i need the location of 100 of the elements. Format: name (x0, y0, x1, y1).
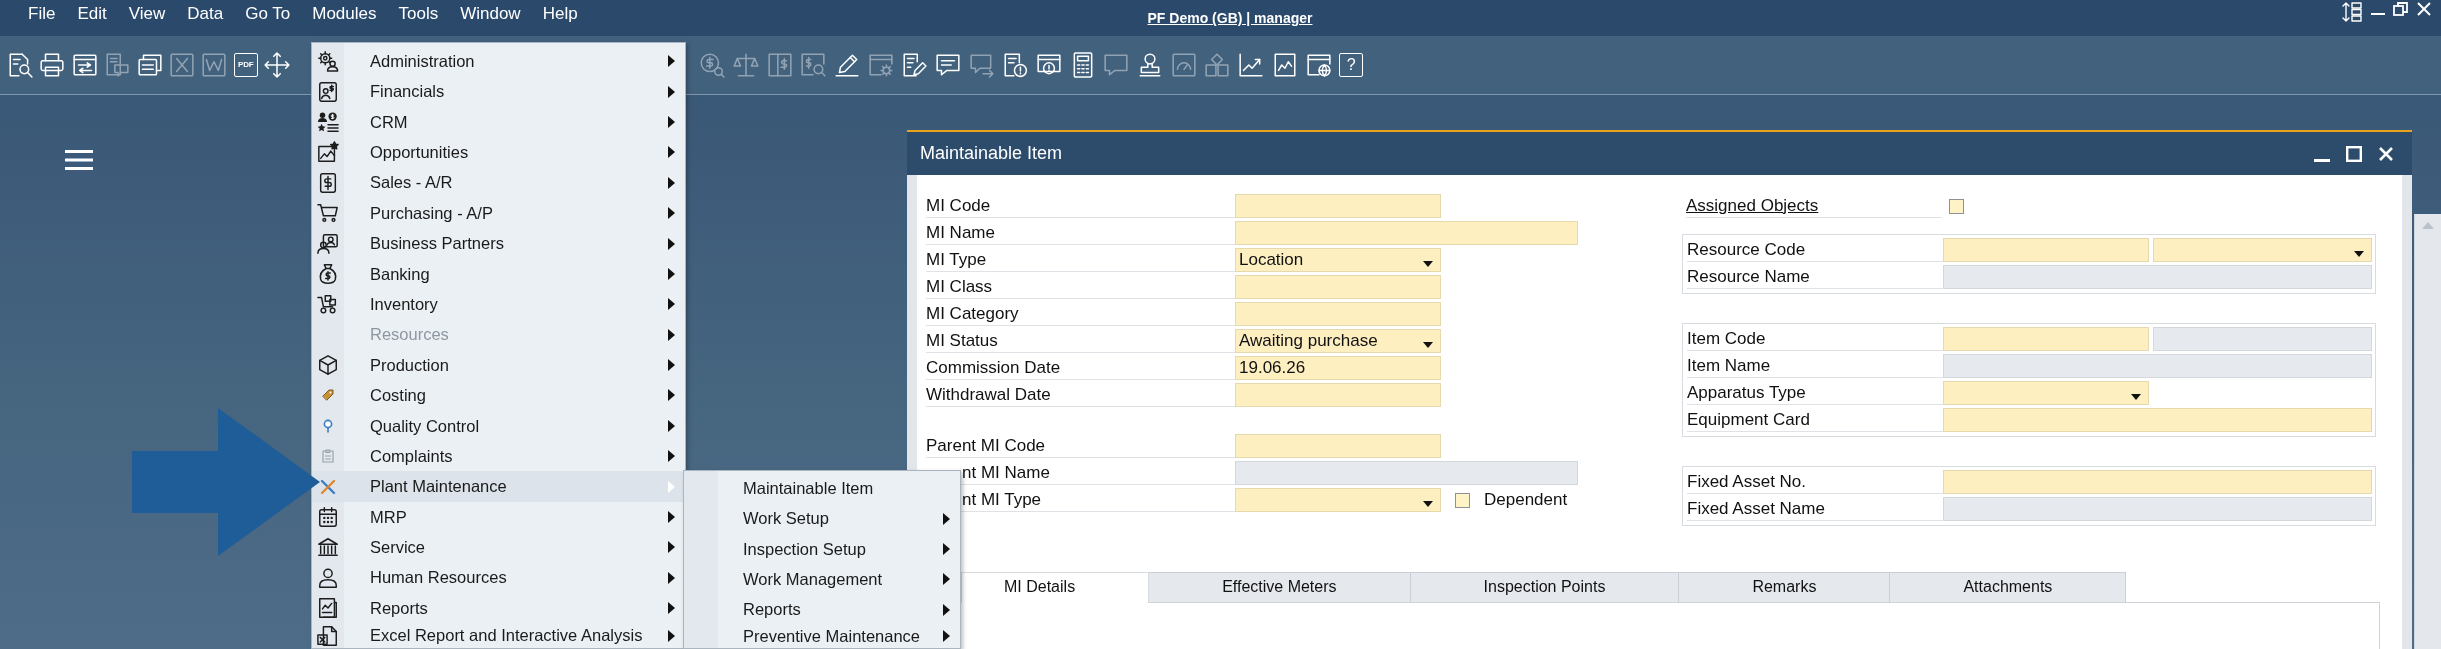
bank-icon (317, 536, 339, 559)
menu-item[interactable]: Complaints (312, 441, 685, 472)
text-field[interactable] (1235, 383, 1441, 407)
text-field[interactable]: 19.06.26 (1235, 356, 1441, 380)
field-label: MI Name (926, 222, 995, 243)
caret-right-icon (668, 511, 675, 524)
menu-item[interactable]: Preventive Maintenance (684, 624, 960, 648)
menu-bar-item[interactable]: Edit (77, 0, 107, 28)
menu-item[interactable]: Plant Maintenance (312, 471, 685, 502)
menu-item[interactable]: Work Management (684, 564, 960, 595)
restore-icon[interactable] (2393, 1, 2409, 17)
menu-item[interactable]: Inspection Setup (684, 533, 960, 565)
pdf-button[interactable]: PDF (233, 53, 258, 77)
caret-down-icon[interactable] (1423, 260, 1433, 267)
tab[interactable]: Inspection Points (1409, 572, 1680, 602)
menu-item[interactable]: Financials (312, 76, 685, 107)
pencil-icon[interactable] (833, 52, 860, 78)
tab[interactable]: Effective Meters (1148, 572, 1411, 602)
move-arrows-icon[interactable] (264, 52, 291, 78)
caret-down-icon[interactable] (2354, 250, 2364, 257)
text-field[interactable] (1235, 302, 1441, 326)
company-user-link[interactable]: PF Demo (GB) | manager (1147, 10, 1313, 26)
menu-bar-item[interactable]: Go To (245, 0, 291, 28)
menu-item[interactable]: Reports (312, 593, 685, 624)
tab[interactable]: Attachments (1889, 572, 2127, 602)
checkbox[interactable] (1455, 492, 1470, 508)
dropdown-field[interactable]: Awaiting purchase (1235, 329, 1441, 353)
menu-item[interactable]: Quality Control (312, 410, 685, 442)
scrollbar[interactable] (2414, 214, 2441, 649)
menu-item[interactable]: Reports (684, 594, 960, 625)
dropdown-field[interactable]: Location (1235, 248, 1441, 272)
text-field[interactable] (1235, 275, 1441, 299)
menu-item[interactable]: Costing (312, 380, 685, 411)
close-icon[interactable] (2378, 145, 2394, 162)
menu-item[interactable]: Service (312, 532, 685, 563)
sort-arrows-icon[interactable] (2341, 1, 2363, 23)
caret-down-icon[interactable] (2131, 393, 2141, 400)
menu-item[interactable]: Human Resources (312, 562, 685, 594)
browser-globe-icon[interactable] (1305, 52, 1332, 78)
close-icon[interactable] (2416, 1, 2432, 17)
clipboard-icon (322, 449, 334, 464)
text-field[interactable] (1943, 238, 2149, 262)
tab[interactable]: MI Details (961, 572, 1150, 603)
menu-icon[interactable] (65, 150, 93, 170)
menu-item[interactable]: Excel Report and Interactive Analysis (312, 623, 685, 648)
menu-item[interactable]: Opportunities (312, 137, 685, 168)
windows-stack-icon[interactable] (136, 52, 163, 78)
text-field[interactable] (1235, 434, 1441, 458)
menu-item[interactable]: Production (312, 349, 685, 381)
text-field[interactable] (1943, 470, 2372, 494)
menu-bar-item[interactable]: Data (187, 0, 224, 28)
menu-bar-item[interactable]: Window (460, 0, 521, 28)
menu-item[interactable]: Sales - A/R (312, 167, 685, 198)
text-field[interactable] (1235, 221, 1578, 245)
menu-item[interactable]: Banking (312, 258, 685, 290)
dropdown-field[interactable] (1943, 381, 2149, 405)
caret-right-icon (668, 55, 675, 68)
field-label: Apparatus Type (1687, 382, 1806, 403)
dropdown-field[interactable] (2153, 238, 2372, 262)
document-edit-icon[interactable] (901, 52, 928, 78)
window-title: Maintainable Item (920, 142, 1063, 165)
window-arrows-icon[interactable] (71, 52, 98, 78)
tag-icon (322, 389, 334, 402)
text-field[interactable] (1235, 194, 1441, 218)
printer-icon[interactable] (39, 52, 66, 78)
maximize-icon[interactable] (2346, 145, 2362, 162)
caret-down-icon[interactable] (1423, 341, 1433, 348)
menu-item[interactable]: Business Partners (312, 228, 685, 259)
menu-bar-item[interactable]: Help (542, 0, 578, 28)
caret-right-icon (668, 298, 675, 311)
menu-item[interactable]: Work Setup (684, 503, 960, 534)
text-field[interactable] (1943, 408, 2372, 432)
menu-bar-item[interactable]: File (28, 0, 56, 28)
field-label: nt MI Type (962, 489, 1042, 510)
menu-item[interactable]: CRM (312, 106, 685, 138)
chart-dollar-icon[interactable] (1238, 52, 1265, 78)
dropdown-field[interactable] (1235, 488, 1441, 512)
menu-item[interactable]: Maintainable Item (684, 473, 960, 504)
caret-right-icon (943, 573, 950, 586)
menu-bar-item[interactable]: Tools (398, 0, 439, 28)
menu-bar-item[interactable]: View (128, 0, 166, 28)
chat-bubble-icon[interactable] (934, 52, 961, 78)
caret-down-icon[interactable] (1423, 500, 1433, 507)
menu-item[interactable]: Administration (312, 46, 685, 77)
tab[interactable]: Remarks (1678, 572, 1891, 602)
menu-item[interactable]: Inventory (312, 289, 685, 320)
caret-right-icon (668, 602, 675, 615)
menu-item[interactable]: MRP (312, 501, 685, 533)
caret-right-icon (668, 176, 675, 189)
field-label: MI Category (926, 303, 1019, 324)
document-alert-icon[interactable] (1002, 52, 1029, 78)
assigned-objects-link[interactable]: Assigned Objects (1686, 192, 1819, 219)
text-field[interactable] (1943, 327, 2149, 351)
menu-bar-item[interactable]: Modules (312, 0, 377, 28)
checkbox[interactable] (1949, 199, 1964, 214)
help-button[interactable]: ? (1339, 53, 1364, 77)
document-chart-icon[interactable] (1271, 52, 1298, 78)
document-search-icon[interactable] (7, 52, 33, 78)
caret-right-icon (668, 571, 675, 584)
menu-item[interactable]: Purchasing - A/P (312, 197, 685, 229)
